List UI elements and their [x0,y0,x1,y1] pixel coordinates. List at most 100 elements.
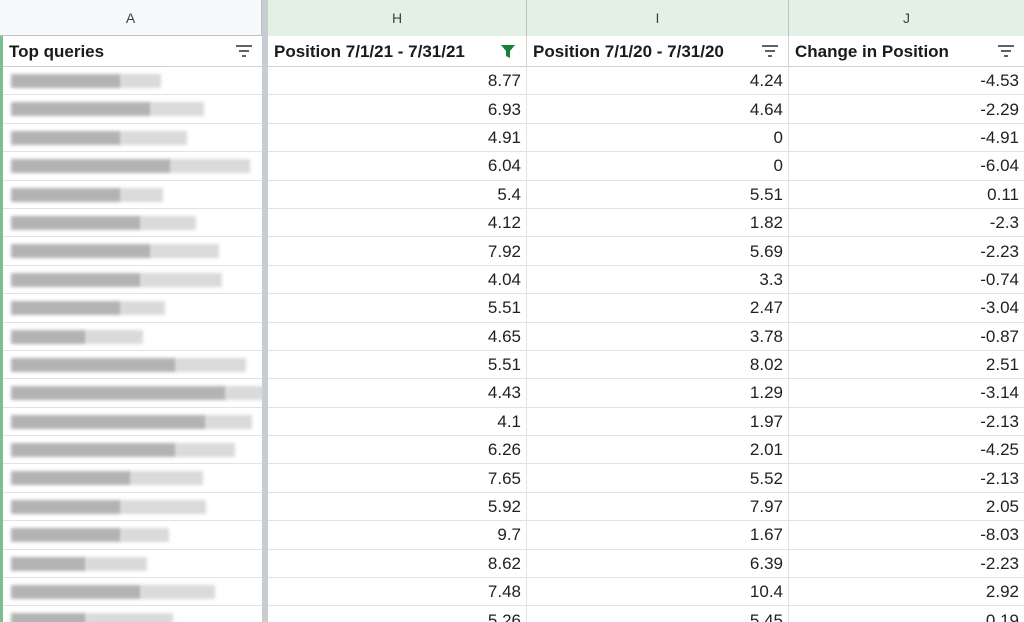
change-in-position-cell[interactable]: -3.14 [789,379,1024,407]
position-2021-cell[interactable]: 4.91 [268,123,527,153]
change-in-position-cell[interactable]: 2.92 [789,578,1024,606]
table-row: 5.51 8.02 2.51 [0,350,1024,380]
query-cell-redacted[interactable] [3,323,262,351]
redacted-text [11,499,121,514]
position-2020-cell[interactable]: 3.78 [527,322,789,351]
position-2021-cell[interactable]: 8.62 [268,549,527,579]
change-in-position-cell[interactable]: -2.23 [789,550,1024,578]
change-in-position-cell[interactable]: -2.13 [789,464,1024,492]
change-in-position-cell[interactable]: -3.04 [789,294,1024,322]
change-in-position-cell[interactable]: -4.91 [789,124,1024,152]
position-2020-cell[interactable]: 7.97 [527,492,789,522]
change-in-position-cell[interactable]: -8.03 [789,521,1024,549]
frozen-column-divider[interactable] [262,0,268,622]
header-top-queries[interactable]: Top queries [3,36,262,67]
change-in-position-cell[interactable]: -0.87 [789,323,1024,351]
position-2021-cell[interactable]: 8.77 [268,67,527,96]
position-2021-cell[interactable]: 6.04 [268,152,527,181]
position-2021-cell[interactable]: 5.51 [268,350,527,380]
change-in-position-cell[interactable]: 0.19 [789,606,1024,622]
query-cell-redacted[interactable] [3,493,262,521]
table-row: 5.4 5.51 0.11 [0,180,1024,209]
filter-icon[interactable] [998,45,1014,58]
header-position-2021[interactable]: Position 7/1/21 - 7/31/21 [268,36,527,67]
redacted-text [121,74,161,88]
position-2020-cell[interactable]: 2.01 [527,436,789,465]
query-cell-redacted[interactable] [3,209,262,237]
position-2021-cell[interactable]: 7.92 [268,237,527,266]
change-in-position-cell[interactable]: -2.23 [789,237,1024,265]
change-in-position-cell[interactable]: 2.51 [789,351,1024,379]
position-2021-cell[interactable]: 4.12 [268,208,527,238]
position-2021-cell[interactable]: 5.26 [268,606,527,622]
query-cell-redacted[interactable] [3,436,262,464]
query-cell-redacted[interactable] [3,521,262,549]
position-2021-cell[interactable]: 7.48 [268,578,527,607]
query-cell-redacted[interactable] [3,237,262,265]
header-position-2020[interactable]: Position 7/1/20 - 7/31/20 [527,36,789,67]
position-2020-cell[interactable]: 5.52 [527,464,789,493]
query-cell-redacted[interactable] [3,464,262,492]
change-in-position-cell[interactable]: 0.11 [789,181,1024,209]
change-in-position-cell[interactable]: -2.29 [789,95,1024,123]
position-2021-cell[interactable]: 4.1 [268,407,527,437]
query-cell-redacted[interactable] [3,294,262,322]
table-row: 5.26 5.45 0.19 [0,606,1024,622]
change-in-position-cell[interactable]: -2.3 [789,209,1024,237]
query-cell-redacted[interactable] [3,95,262,123]
position-2020-cell[interactable]: 4.64 [527,95,789,124]
query-cell-redacted[interactable] [3,124,262,152]
change-in-position-cell[interactable]: -0.74 [789,266,1024,294]
active-filter-icon[interactable] [500,45,516,58]
position-2021-cell[interactable]: 5.92 [268,492,527,522]
position-2021-cell[interactable]: 7.65 [268,464,527,493]
position-2021-cell[interactable]: 5.51 [268,294,527,323]
position-2020-cell[interactable]: 0 [527,152,789,181]
header-change-in-position[interactable]: Change in Position [789,36,1024,67]
position-2020-cell[interactable]: 1.82 [527,208,789,238]
column-letter-a[interactable]: A [0,0,262,36]
position-2020-cell[interactable]: 5.45 [527,606,789,622]
redacted-text [176,443,235,458]
query-cell-redacted[interactable] [3,181,262,209]
position-2021-cell[interactable]: 5.4 [268,180,527,209]
position-2020-cell[interactable]: 10.4 [527,578,789,607]
column-letter-j[interactable]: J [789,0,1024,36]
filter-icon[interactable] [236,45,252,58]
position-2021-cell[interactable]: 6.93 [268,95,527,124]
query-cell-redacted[interactable] [3,266,262,294]
query-cell-redacted[interactable] [3,408,262,436]
position-2020-cell[interactable]: 1.97 [527,407,789,437]
column-letter-h[interactable]: H [268,0,527,36]
change-in-position-cell[interactable]: -2.13 [789,408,1024,436]
filter-icon[interactable] [762,45,778,58]
position-2021-cell[interactable]: 6.26 [268,436,527,465]
position-2021-cell[interactable]: 4.65 [268,322,527,351]
query-cell-redacted[interactable] [3,606,262,622]
position-2020-cell[interactable]: 6.39 [527,549,789,579]
change-in-position-cell[interactable]: -4.53 [789,67,1024,95]
position-2021-cell[interactable]: 4.43 [268,379,527,408]
query-cell-redacted[interactable] [3,152,262,180]
position-2021-cell[interactable]: 4.04 [268,265,527,295]
position-2020-cell[interactable]: 5.51 [527,180,789,209]
query-cell-redacted[interactable] [3,550,262,578]
position-2021-cell[interactable]: 9.7 [268,521,527,550]
position-2020-cell[interactable]: 8.02 [527,350,789,380]
query-cell-redacted[interactable] [3,379,262,407]
position-2020-cell[interactable]: 3.3 [527,265,789,295]
query-cell-redacted[interactable] [3,578,262,606]
position-2020-cell[interactable]: 5.69 [527,237,789,266]
change-in-position-cell[interactable]: 2.05 [789,493,1024,521]
change-in-position-cell[interactable]: -4.25 [789,436,1024,464]
table-row: 4.65 3.78 -0.87 [0,322,1024,351]
position-2020-cell[interactable]: 1.67 [527,521,789,550]
position-2020-cell[interactable]: 1.29 [527,379,789,408]
position-2020-cell[interactable]: 0 [527,123,789,153]
query-cell-redacted[interactable] [3,351,262,379]
query-cell-redacted[interactable] [3,67,262,95]
position-2020-cell[interactable]: 2.47 [527,294,789,323]
position-2020-cell[interactable]: 4.24 [527,67,789,96]
change-in-position-cell[interactable]: -6.04 [789,152,1024,180]
column-letter-i[interactable]: I [527,0,789,36]
